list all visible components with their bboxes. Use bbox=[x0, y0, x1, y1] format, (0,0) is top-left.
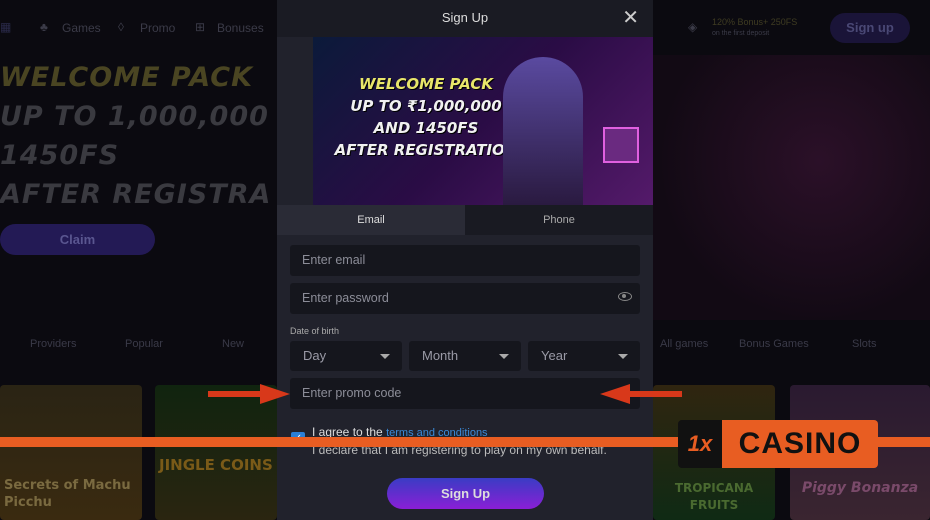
dob-label: Date of birth bbox=[290, 326, 340, 336]
nav-games[interactable]: Games bbox=[62, 21, 101, 35]
day-value: Day bbox=[303, 348, 327, 363]
hero-line: AFTER REGISTRA bbox=[0, 179, 272, 210]
month-select[interactable]: Month bbox=[409, 341, 521, 371]
signup-button[interactable]: Sign up bbox=[830, 13, 910, 43]
logo-mark: 1x bbox=[678, 420, 722, 468]
tab-phone[interactable]: Phone bbox=[465, 205, 653, 235]
bonus-sub: on the first deposit bbox=[712, 30, 770, 37]
game-title: Piggy Bonanza bbox=[801, 480, 919, 496]
hero-text: WELCOME PACK UP TO 1,000,000 1450FS AFTE… bbox=[0, 58, 271, 214]
promo-code-input[interactable]: Enter promo code bbox=[290, 378, 640, 409]
welcome-banner: WELCOME PACK UP TO ₹1,000,000 AND 1450FS… bbox=[313, 37, 653, 205]
game-title: Jingle Coins bbox=[159, 456, 273, 474]
casino-logo: 1x CASINO bbox=[678, 420, 878, 468]
email-input[interactable]: Enter email bbox=[290, 245, 640, 276]
category-all-games[interactable]: All games bbox=[660, 338, 708, 350]
modal-title: Sign Up bbox=[277, 0, 653, 37]
sign-up-submit-button[interactable]: Sign Up bbox=[387, 478, 544, 509]
game-title: Tropicana Fruits bbox=[674, 481, 754, 512]
hero-line: UP TO 1,000,000 bbox=[0, 101, 269, 132]
password-input[interactable]: Enter password bbox=[290, 283, 640, 314]
nav-bonuses[interactable]: Bonuses bbox=[217, 21, 264, 35]
gift-box-icon bbox=[603, 127, 639, 163]
hero-line: 1450FS bbox=[0, 140, 120, 171]
arrow-left-icon bbox=[600, 384, 682, 404]
chevron-down-icon bbox=[499, 354, 509, 359]
tab-email[interactable]: Email bbox=[277, 205, 465, 235]
category-slots[interactable]: Slots bbox=[852, 338, 876, 350]
bonus-title[interactable]: 120% Bonus+ 250FS bbox=[712, 17, 797, 27]
logo-text: CASINO bbox=[722, 420, 878, 468]
game-title: Secrets of Machu Picchu bbox=[4, 478, 131, 510]
bonus-icon: ◈ bbox=[688, 20, 698, 34]
game-tile[interactable]: Secrets of Machu Picchu bbox=[0, 385, 142, 520]
category-new[interactable]: New bbox=[222, 338, 244, 350]
game-tile[interactable]: Jingle Coins bbox=[155, 385, 277, 520]
arrow-right-icon bbox=[208, 384, 290, 404]
year-select[interactable]: Year bbox=[528, 341, 640, 371]
category-bonus-games[interactable]: Bonus Games bbox=[739, 338, 809, 350]
signup-tabs: Email Phone bbox=[277, 205, 653, 235]
month-value: Month bbox=[422, 348, 459, 363]
category-popular[interactable]: Popular bbox=[125, 338, 163, 350]
character-image bbox=[503, 57, 583, 205]
hero-image bbox=[653, 55, 930, 320]
nav-promo[interactable]: Promo bbox=[140, 21, 175, 35]
close-icon[interactable]: ✕ bbox=[622, 8, 639, 28]
eye-icon[interactable] bbox=[618, 292, 632, 301]
flag-icon[interactable]: ▦ bbox=[0, 20, 11, 34]
chevron-down-icon bbox=[618, 354, 628, 359]
year-value: Year bbox=[541, 348, 568, 363]
claim-button[interactable]: Claim bbox=[0, 224, 155, 255]
gift-icon: ⊞ bbox=[195, 20, 206, 34]
password-placeholder: Enter password bbox=[302, 291, 389, 305]
category-providers[interactable]: Providers bbox=[30, 338, 76, 350]
promo-icon: ◊ bbox=[118, 20, 124, 34]
games-icon: ♣ bbox=[40, 20, 48, 34]
chevron-down-icon bbox=[380, 354, 390, 359]
hero-line: WELCOME PACK bbox=[0, 62, 254, 93]
day-select[interactable]: Day bbox=[290, 341, 402, 371]
